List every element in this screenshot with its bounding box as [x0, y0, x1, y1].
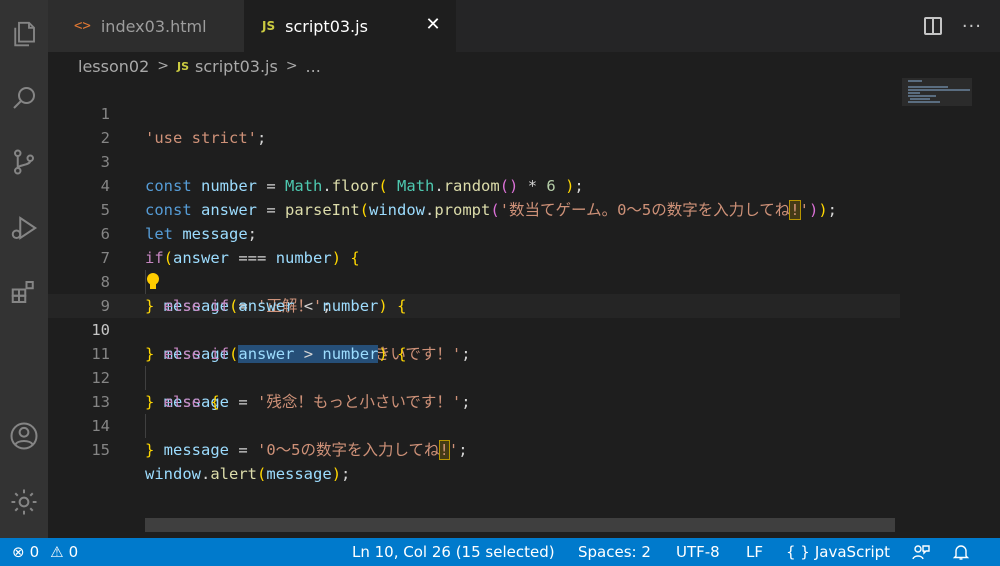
code-line: 1 'use strict';: [48, 78, 900, 147]
more-actions-icon[interactable]: ···: [962, 16, 982, 37]
js-file-icon: JS: [176, 59, 189, 73]
breadcrumb-file[interactable]: script03.js: [195, 57, 278, 76]
code-line: 5 let message;: [48, 174, 900, 243]
html-file-icon: <>: [74, 18, 91, 34]
explorer-icon[interactable]: [6, 16, 42, 52]
run-debug-icon[interactable]: [6, 210, 42, 246]
tab-label: script03.js: [285, 16, 368, 36]
breadcrumb-folder[interactable]: lesson02: [78, 57, 149, 76]
minimap-line: [908, 92, 920, 94]
settings-gear-icon[interactable]: [6, 484, 42, 520]
source-control-icon[interactable]: [6, 144, 42, 180]
activity-bar: [0, 0, 48, 538]
error-icon: ⊗: [12, 543, 25, 561]
code-text: }: [145, 441, 155, 459]
horizontal-scrollbar[interactable]: [145, 518, 895, 532]
feedback-icon[interactable]: [912, 538, 930, 566]
code-line: 6 if(answer === number) {: [48, 198, 900, 267]
problems-indicator[interactable]: ⊗ 0 ⚠ 0: [12, 538, 78, 566]
chevron-right-icon: >: [285, 58, 298, 74]
close-icon[interactable]: ✕: [424, 16, 442, 34]
code-line: 4 const answer = parseInt(window.prompt(…: [48, 150, 900, 220]
editor-actions: ···: [923, 0, 982, 52]
code-line: 11 message = '残念！もっと小さいです！';: [48, 318, 900, 411]
split-editor-icon[interactable]: [923, 17, 942, 35]
code-line: 7 message = '正解！';: [48, 222, 900, 315]
lightbulb-icon[interactable]: [146, 272, 160, 292]
code-line: 3 const number = Math.floor( Math.random…: [48, 126, 900, 195]
tab-index03-html[interactable]: <> index03.html: [48, 0, 244, 52]
minimap-line: [910, 98, 930, 100]
code-line: 2: [48, 102, 900, 147]
braces-icon: { }: [786, 543, 810, 561]
minimap-line: [908, 80, 922, 82]
code-line: 14 }: [48, 390, 900, 459]
warning-count: 0: [68, 543, 79, 561]
code-line-current: 10 } else if(answer > number) {: [48, 294, 900, 363]
code-line: 8 } else if(answer < number) {: [48, 246, 900, 315]
minimap-line: [908, 95, 936, 97]
warning-icon: ⚠: [50, 543, 64, 561]
error-count: 0: [29, 543, 40, 561]
end-of-line[interactable]: LF: [746, 538, 763, 566]
breadcrumb-symbol[interactable]: ...: [306, 57, 321, 76]
tab-label: index03.html: [100, 16, 207, 36]
code-line: 9 message = '残念！もっと大きいです！';: [48, 270, 900, 363]
code-text: message = '0〜5の数字を入力してね!';: [163, 440, 468, 460]
js-file-icon: JS: [262, 19, 276, 33]
language-mode[interactable]: { } JavaScript: [786, 538, 890, 566]
language-label: JavaScript: [814, 543, 891, 561]
tab-script03-js[interactable]: JS script03.js ✕: [244, 0, 456, 52]
minimap-line: [908, 89, 970, 91]
encoding[interactable]: UTF-8: [676, 538, 720, 566]
chevron-right-icon: >: [157, 58, 169, 74]
code-line: 15 window.alert(message);: [48, 414, 900, 483]
minimap-line: [908, 101, 940, 103]
search-icon[interactable]: [6, 80, 42, 116]
breadcrumb: lesson02 > JS script03.js > ...: [78, 54, 321, 78]
notifications-bell-icon[interactable]: [952, 538, 970, 566]
minimap-line: [908, 86, 948, 88]
extensions-icon[interactable]: [6, 274, 42, 310]
tab-bar: <> index03.html JS script03.js ✕ ···: [48, 0, 1000, 52]
indentation[interactable]: Spaces: 2: [578, 538, 651, 566]
code-editor[interactable]: 1 'use strict'; 2 3 const number = Math.…: [48, 78, 900, 518]
code-line: 12 } else {: [48, 342, 900, 411]
code-text: window.alert(message);: [145, 465, 351, 483]
line-number: 15: [91, 441, 110, 459]
status-bar: ⊗ 0 ⚠ 0 Ln 10, Col 26 (15 selected) Spac…: [0, 538, 1000, 566]
account-icon[interactable]: [6, 418, 42, 454]
code-line: 13 message = '0〜5の数字を入力してね!';: [48, 366, 900, 460]
minimap[interactable]: [900, 78, 1000, 518]
cursor-position[interactable]: Ln 10, Col 26 (15 selected): [352, 538, 555, 566]
